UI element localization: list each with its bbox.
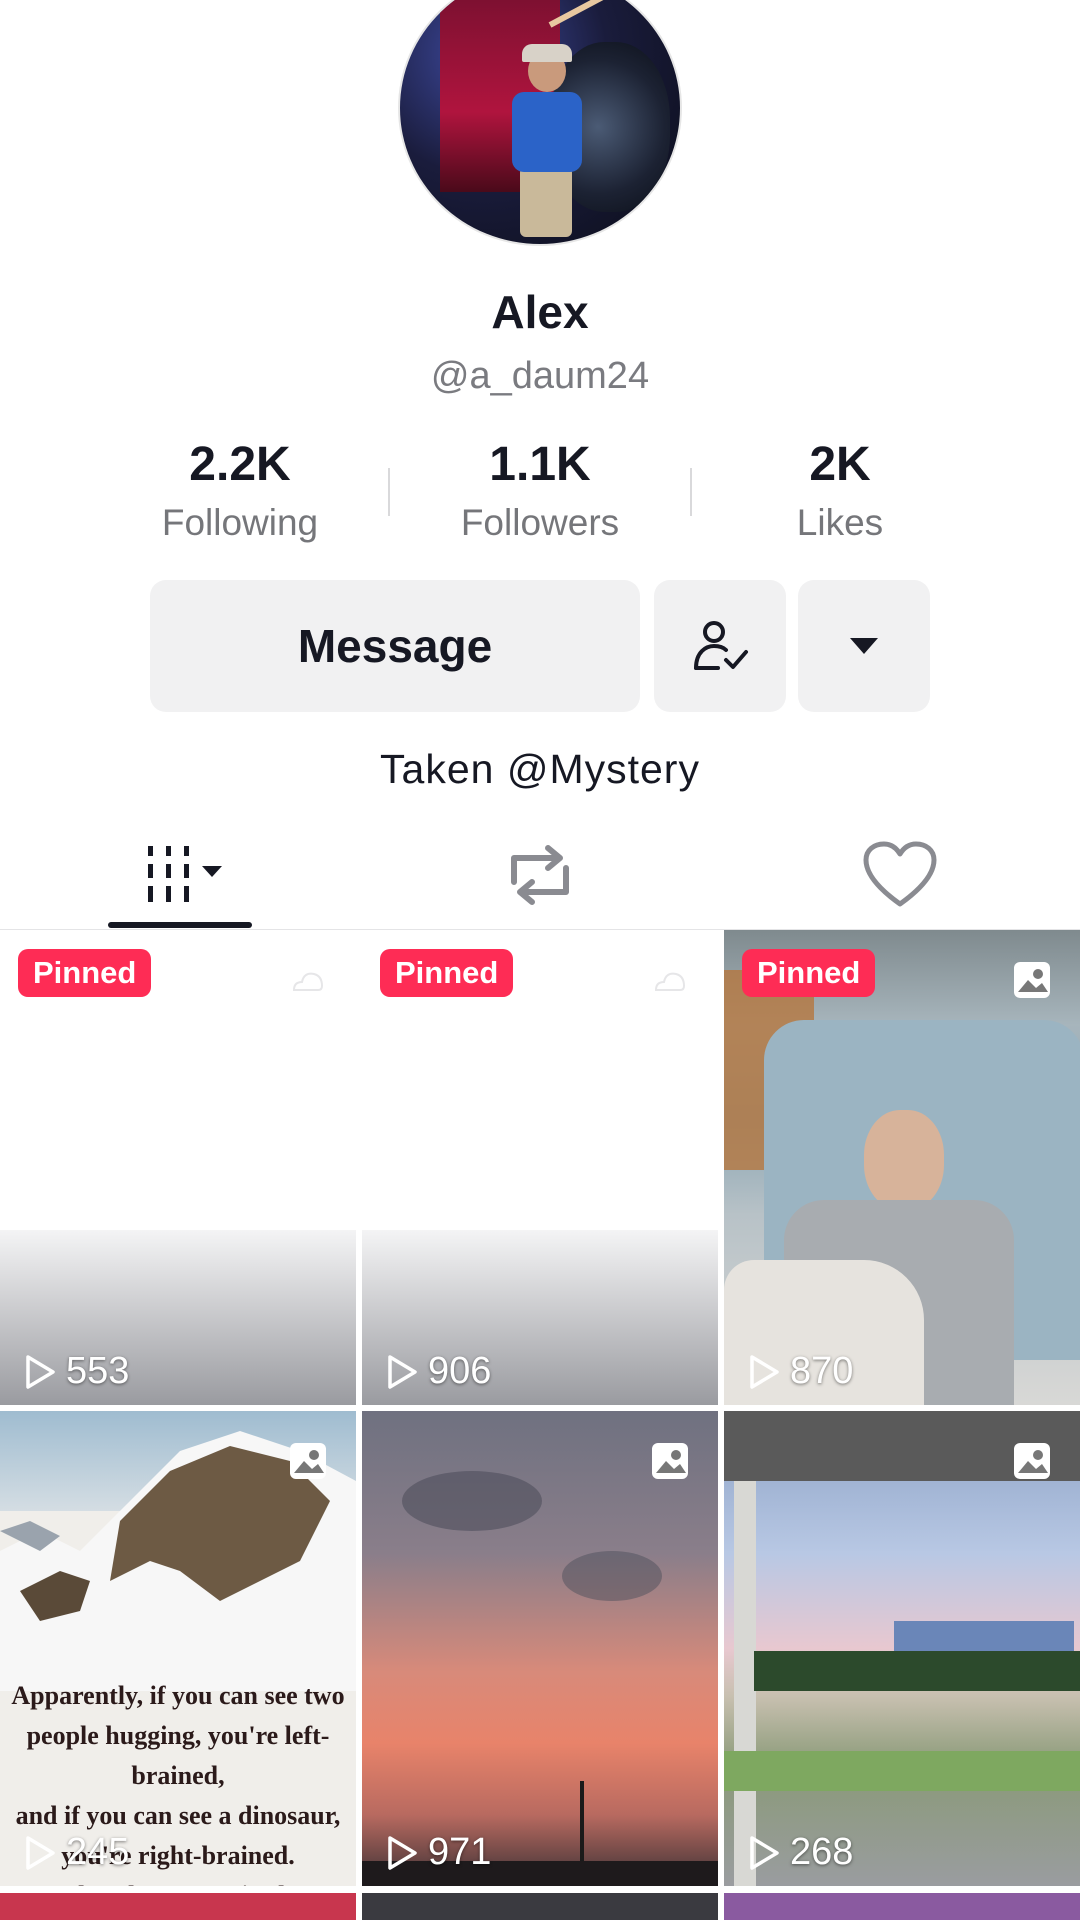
- view-count: 971: [386, 1831, 491, 1874]
- view-count-value: 553: [66, 1350, 130, 1392]
- view-count-value: 971: [428, 1831, 492, 1873]
- caption-line: What do you see in the mountain?: [0, 1876, 356, 1886]
- video-tile[interactable]: Apparently, if you can see two people hu…: [0, 1411, 356, 1886]
- stat-following[interactable]: 2.2K Following: [120, 437, 360, 544]
- play-icon: [26, 1354, 55, 1389]
- view-count: 906: [386, 1350, 491, 1393]
- gas-station-roof: [894, 1621, 1074, 1651]
- view-count-value: 245: [66, 1831, 130, 1873]
- heart-icon: [863, 841, 937, 907]
- view-count: 268: [748, 1831, 853, 1874]
- video-tile[interactable]: Pinned 906: [362, 930, 718, 1405]
- more-dropdown-button[interactable]: [798, 580, 930, 712]
- stat-divider: [388, 468, 390, 516]
- friends-button[interactable]: [654, 580, 786, 712]
- caption-line: people hugging, you're left-brained,: [26, 1721, 330, 1790]
- view-count-value: 906: [428, 1350, 492, 1392]
- repost-icon: [511, 845, 569, 905]
- avatar-bat: [548, 0, 667, 28]
- profile-bio: Taken @Mystery: [380, 746, 700, 792]
- tab-videos[interactable]: [0, 820, 360, 930]
- trees: [754, 1651, 1080, 1691]
- cloud-icon: [654, 972, 686, 991]
- play-icon: [750, 1835, 779, 1870]
- avatar-hat: [522, 44, 572, 62]
- stat-followers[interactable]: 1.1K Followers: [420, 437, 660, 544]
- stat-followers-label: Followers: [460, 502, 620, 543]
- photo-icon: [1014, 962, 1050, 998]
- video-tile[interactable]: 268: [724, 1411, 1080, 1886]
- caret-down-icon: [850, 638, 878, 654]
- person-check-icon: [694, 621, 748, 670]
- cloud-shape: [562, 1551, 662, 1601]
- profile-avatar[interactable]: [398, 0, 682, 246]
- pinned-badge: Pinned: [380, 949, 514, 997]
- avatar-person-body: [512, 92, 582, 172]
- cloud-icon: [292, 972, 324, 991]
- video-tile[interactable]: Pinned 553: [0, 930, 356, 1405]
- pinned-badge: Pinned: [18, 949, 152, 997]
- stat-likes-value: 2K: [809, 438, 871, 491]
- stat-likes[interactable]: 2K Likes: [720, 437, 960, 544]
- video-tile-partial[interactable]: [724, 1893, 1080, 1920]
- stat-divider: [690, 468, 692, 516]
- pinned-badge: Pinned: [742, 949, 876, 997]
- play-icon: [388, 1354, 417, 1389]
- photo-icon: [290, 1443, 326, 1479]
- play-icon: [750, 1354, 779, 1389]
- content-tabs: [0, 820, 1080, 930]
- profile-stats: 2.2K Following 1.1K Followers 2K Likes: [0, 437, 1080, 547]
- canopy-pillar: [734, 1481, 756, 1886]
- avatar-person-legs: [520, 167, 572, 237]
- stat-following-label: Following: [161, 502, 319, 543]
- patient-head: [864, 1110, 944, 1210]
- video-tile-partial[interactable]: [362, 1893, 718, 1920]
- active-tab-indicator: [108, 922, 252, 928]
- view-count: 245: [24, 1831, 129, 1874]
- video-tile-partial[interactable]: [0, 1893, 356, 1920]
- play-icon: [26, 1835, 55, 1870]
- view-count: 553: [24, 1350, 129, 1393]
- photo-icon: [652, 1443, 688, 1479]
- grid-icon: [148, 846, 222, 902]
- grass: [724, 1751, 1080, 1791]
- caption-line: Apparently, if you can see two: [11, 1681, 345, 1710]
- caption-line: and if you can see a dinosaur,: [15, 1801, 341, 1830]
- photo-icon: [1014, 1443, 1050, 1479]
- view-count-value: 268: [790, 1831, 854, 1873]
- message-button[interactable]: Message: [150, 580, 640, 712]
- cloud-shape: [402, 1471, 542, 1531]
- stat-likes-label: Likes: [796, 502, 884, 543]
- stat-followers-value: 1.1K: [489, 438, 591, 491]
- video-tile[interactable]: Pinned 870: [724, 930, 1080, 1405]
- tab-liked[interactable]: [720, 820, 1080, 930]
- tab-reposts[interactable]: [360, 820, 720, 930]
- video-tile[interactable]: 971: [362, 1411, 718, 1886]
- stat-following-value: 2.2K: [189, 438, 291, 491]
- view-count-value: 870: [790, 1350, 854, 1392]
- profile-name: Alex: [491, 286, 589, 338]
- view-count: 870: [748, 1350, 853, 1393]
- profile-handle: @a_daum24: [430, 355, 650, 397]
- play-icon: [388, 1835, 417, 1870]
